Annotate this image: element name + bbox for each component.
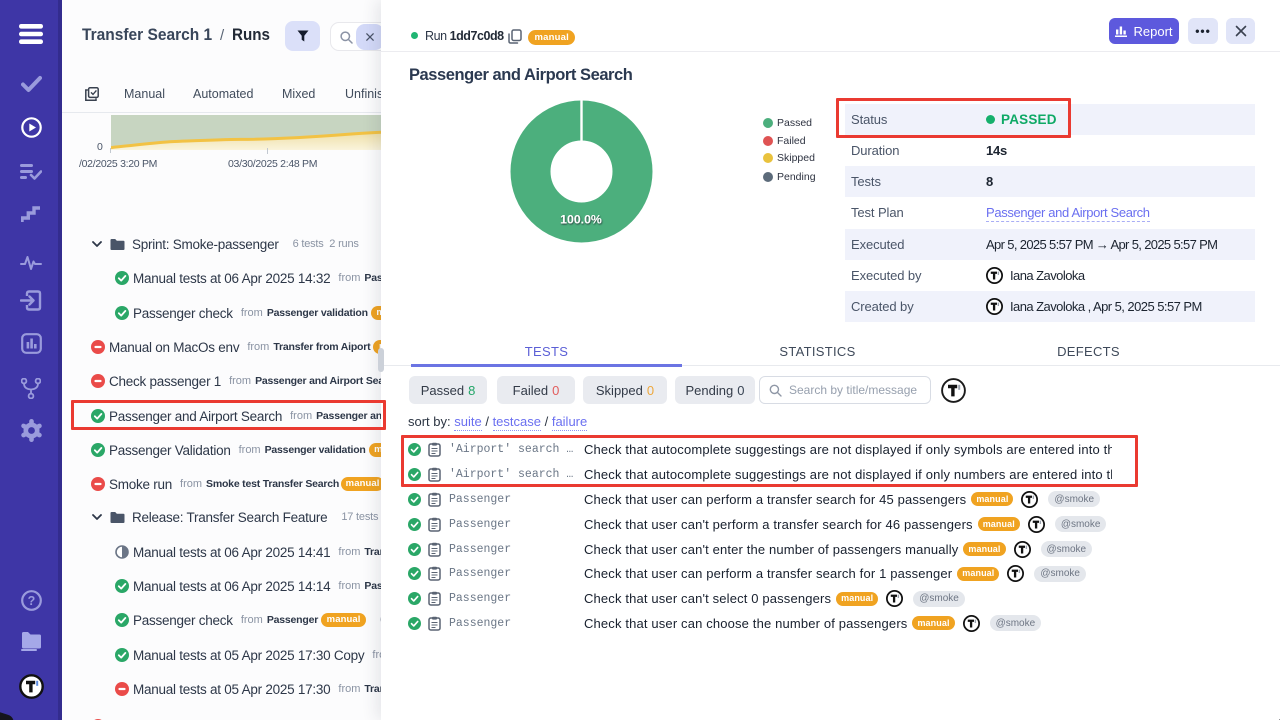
svg-text:?: ? bbox=[27, 594, 35, 608]
svg-text:100.0%: 100.0% bbox=[560, 213, 602, 227]
